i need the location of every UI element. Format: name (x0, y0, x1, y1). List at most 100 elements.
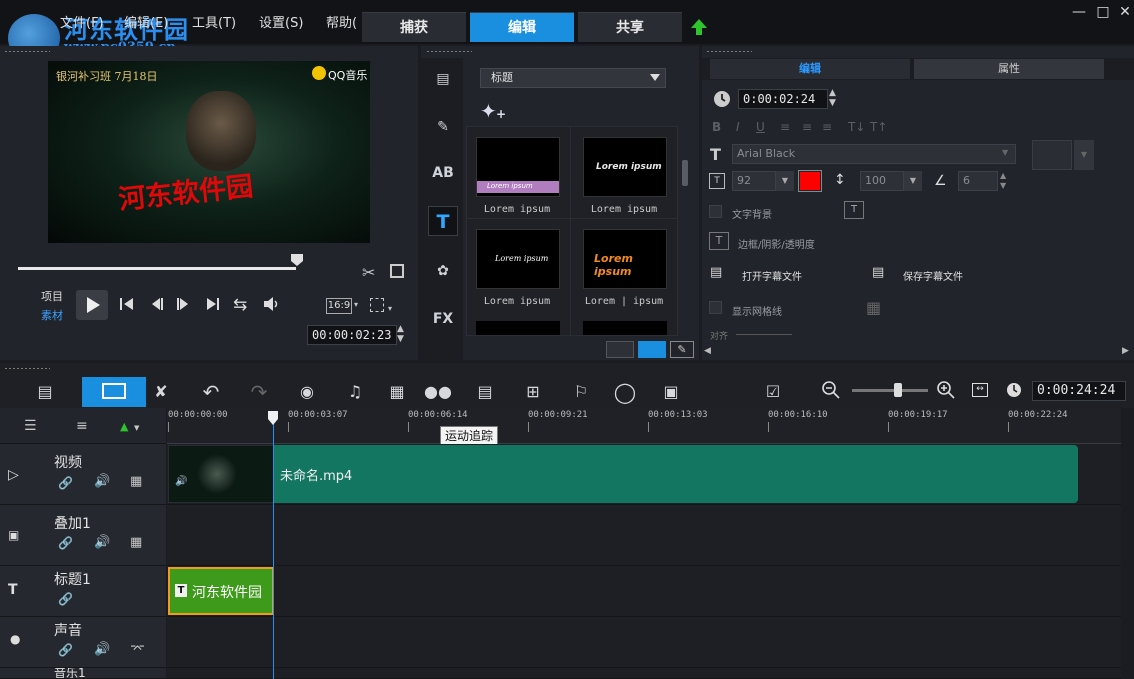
graphics-icon[interactable]: ✿ (428, 256, 458, 286)
play-button[interactable] (76, 290, 108, 320)
menu-tools[interactable]: 工具(T) (192, 12, 236, 31)
title-thumb-3[interactable]: Lorem ipsum (476, 229, 560, 289)
link-icon[interactable]: 🔗 (58, 592, 73, 606)
font-preview-dropdown-icon[interactable]: ▼ (1074, 140, 1094, 170)
timeline-vertical-scrollbar[interactable] (1121, 444, 1134, 679)
add-favorite-icon[interactable]: ✦ (480, 99, 497, 123)
library-category-select[interactable]: 标题 (480, 68, 666, 88)
minimize-icon[interactable]: — (1068, 4, 1090, 22)
mode-project-label[interactable]: 项目 (41, 288, 63, 304)
next-frame-icon[interactable] (174, 296, 192, 312)
volume-icon[interactable] (262, 296, 280, 312)
subtitle-editor-icon[interactable]: ▤ (472, 380, 498, 404)
line-spacing-field[interactable]: 100 (860, 171, 904, 191)
reverse-text-icon[interactable]: T↑ (870, 120, 887, 134)
bold-icon[interactable]: B (712, 120, 721, 134)
scrubber-handle[interactable] (290, 253, 304, 267)
split-screen-icon[interactable]: ⊞ (520, 380, 546, 404)
motion-tracking-icon[interactable]: ◯ (612, 380, 638, 404)
time-remapping-icon[interactable]: ⚐ (568, 380, 594, 404)
previous-frame-icon[interactable] (148, 296, 166, 312)
font-family-select[interactable]: Arial Black (732, 144, 1016, 164)
tab-options-properties[interactable]: 属性 (914, 59, 1104, 79)
menu-settings[interactable]: 设置(S) (259, 12, 303, 31)
mode-clip-label[interactable]: 素材 (41, 307, 63, 323)
scissors-icon[interactable]: ✂ (362, 263, 375, 282)
upload-arrow-icon[interactable] (690, 18, 708, 36)
media-icon[interactable]: ▤ (428, 64, 458, 94)
zoom-slider[interactable] (852, 389, 928, 392)
panel-grip[interactable] (706, 50, 752, 53)
open-subtitle-icon[interactable]: ▤ (710, 265, 732, 283)
video-clip-thumbnail[interactable]: 🔊 (168, 445, 274, 503)
fx-filter-icon[interactable]: FX (428, 304, 458, 334)
track-volume-icon[interactable]: 🔊 (94, 535, 110, 550)
show-grid-checkbox[interactable] (709, 301, 722, 314)
menu-edit[interactable]: 编辑(E) (124, 12, 168, 31)
zoom-slider-handle[interactable] (893, 383, 902, 397)
add-plus-icon[interactable]: + (496, 107, 506, 121)
instant-project-icon[interactable]: ✎ (428, 112, 458, 142)
font-preview-box[interactable] (1032, 140, 1072, 170)
scroll-left-icon[interactable]: ◀ (704, 346, 711, 356)
title-clip[interactable]: T 河东软件园 (168, 567, 274, 615)
align-center-icon[interactable]: ≡ (802, 120, 812, 134)
zoom-in-icon[interactable] (937, 381, 955, 399)
tools-icon[interactable]: ✘ (148, 380, 174, 404)
skip-end-icon[interactable] (204, 296, 222, 312)
text-background-checkbox[interactable] (709, 205, 722, 218)
scroll-right-icon[interactable]: ▶ (1122, 346, 1129, 356)
link-icon[interactable]: 🔗 (58, 476, 73, 490)
menu-help[interactable]: 帮助( (326, 12, 357, 31)
save-subtitle-label[interactable]: 保存字幕文件 (903, 268, 963, 283)
title-thumb-4[interactable]: Lorem ipsum (583, 229, 667, 289)
title-thumb-5[interactable] (476, 321, 560, 335)
track-manager-icon[interactable]: ☰ (24, 418, 37, 434)
resize-crop-icon[interactable] (370, 298, 384, 312)
crop-dropdown-icon[interactable]: ▾ (388, 304, 392, 313)
copy-icon[interactable] (390, 264, 404, 278)
add-track-icon[interactable]: ≡ (76, 418, 88, 434)
panel-grip[interactable] (4, 367, 50, 370)
duration-field[interactable]: 0:00:02:24 (738, 89, 828, 109)
transition-icon[interactable]: AB (428, 158, 458, 188)
multi-camera-icon[interactable]: ●● (424, 380, 452, 404)
font-dropdown-icon[interactable]: ▼ (1002, 148, 1008, 157)
tab-share[interactable]: 共享 (578, 12, 682, 42)
align-left-icon[interactable]: ≡ (780, 120, 790, 134)
auto-music-icon[interactable]: ▦ (384, 380, 410, 404)
fit-timeline-icon[interactable]: ↔ (972, 383, 988, 397)
track-transparency-icon[interactable]: ▦ (130, 535, 142, 550)
edit-pencil-icon[interactable]: ✎ (670, 341, 694, 358)
track-volume-icon[interactable]: 🔊 (94, 474, 110, 489)
tab-options-edit[interactable]: 编辑 (710, 59, 910, 79)
title-thumb-2[interactable]: Lorem ipsum (583, 137, 667, 197)
tab-capture[interactable]: 捕获 (362, 12, 466, 42)
menu-file[interactable]: 文件(F) (60, 12, 104, 31)
italic-icon[interactable]: I (736, 120, 740, 134)
open-subtitle-label[interactable]: 打开字幕文件 (742, 268, 802, 283)
aspect-dropdown-icon[interactable]: ▾ (354, 300, 358, 309)
view-list-icon[interactable] (606, 341, 634, 358)
repeat-icon[interactable]: ⇆ (233, 295, 247, 315)
timeline-view-button[interactable] (82, 377, 146, 407)
record-capture-icon[interactable]: ◉ (294, 380, 320, 404)
sound-mixer-icon[interactable]: ♫ (342, 380, 368, 404)
mask-creator-icon[interactable]: ▣ (658, 380, 684, 404)
text-background-settings-icon[interactable]: T (844, 201, 864, 219)
aspect-ratio-button[interactable]: 16:9 (326, 298, 352, 314)
border-shadow-label[interactable]: 边框/阴影/透明度 (738, 236, 815, 251)
maximize-icon[interactable]: □ (1092, 4, 1114, 22)
close-icon[interactable]: ✕ (1114, 4, 1134, 22)
link-icon[interactable]: 🔗 (58, 536, 73, 550)
track-transparency-icon[interactable]: ▦ (130, 474, 142, 489)
angle-stepper-icon[interactable]: ▲ ▼ (1000, 171, 1006, 191)
title-thumb-1[interactable]: Lorem ipsum (476, 137, 560, 197)
save-subtitle-icon[interactable]: ▤ (872, 265, 894, 283)
duration-stepper-icon[interactable]: ▲ ▼ (829, 88, 836, 108)
ripple-dropdown-icon[interactable]: ▼ (134, 424, 139, 432)
playhead-line[interactable] (273, 412, 274, 679)
storyboard-view-icon[interactable]: ▤ (32, 380, 58, 404)
preview-scrubber[interactable] (18, 267, 296, 270)
track-volume-icon[interactable]: 🔊 (94, 642, 110, 657)
